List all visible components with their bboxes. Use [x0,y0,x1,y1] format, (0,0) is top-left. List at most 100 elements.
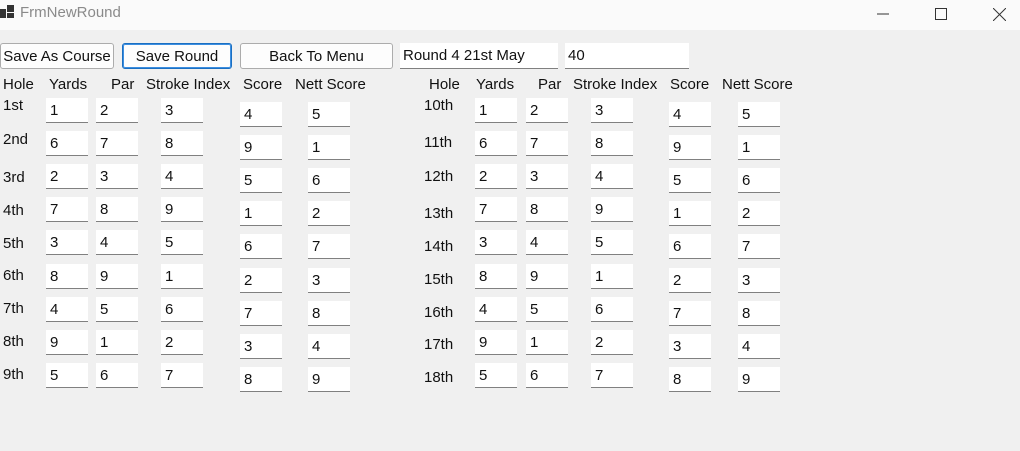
stroke-index-input[interactable] [161,297,203,322]
nett-score-input[interactable] [738,102,780,127]
yards-input[interactable] [475,197,517,222]
nett-score-input[interactable] [308,268,350,293]
close-button[interactable] [976,0,1020,28]
yards-input[interactable] [46,330,88,355]
header-par: Par [538,76,562,93]
nett-score-input[interactable] [738,268,780,293]
yards-input[interactable] [475,264,517,289]
nett-score-input[interactable] [308,367,350,392]
par-input[interactable] [526,131,568,156]
yards-input[interactable] [46,264,88,289]
par-input[interactable] [526,197,568,222]
par-input[interactable] [526,363,568,388]
stroke-index-input[interactable] [591,230,633,255]
score-input[interactable] [240,301,282,326]
stroke-index-input[interactable] [161,98,203,123]
nett-score-input[interactable] [308,301,350,326]
stroke-index-input[interactable] [591,164,633,189]
yards-input[interactable] [46,297,88,322]
yards-input[interactable] [475,98,517,123]
round-name-input[interactable] [400,43,558,69]
score-input[interactable] [669,334,711,359]
total-score-input[interactable] [565,43,689,69]
maximize-button[interactable] [918,0,964,28]
stroke-index-input[interactable] [161,264,203,289]
yards-input[interactable] [475,131,517,156]
score-input[interactable] [240,268,282,293]
score-input[interactable] [240,102,282,127]
header-yards: Yards [49,76,88,93]
stroke-index-input[interactable] [591,197,633,222]
par-input[interactable] [96,164,138,189]
score-input[interactable] [240,234,282,259]
score-input[interactable] [669,234,711,259]
stroke-index-input[interactable] [591,330,633,355]
yards-input[interactable] [475,164,517,189]
score-input[interactable] [240,168,282,193]
par-input[interactable] [526,230,568,255]
nett-score-input[interactable] [738,168,780,193]
yards-input[interactable] [46,131,88,156]
score-input[interactable] [669,367,711,392]
score-input[interactable] [669,301,711,326]
nett-score-input[interactable] [308,201,350,226]
par-input[interactable] [96,131,138,156]
par-input[interactable] [96,197,138,222]
yards-input[interactable] [475,330,517,355]
nett-score-input[interactable] [308,234,350,259]
score-input[interactable] [240,334,282,359]
yards-input[interactable] [46,98,88,123]
par-input[interactable] [526,164,568,189]
stroke-index-input[interactable] [161,131,203,156]
nett-score-input[interactable] [308,168,350,193]
par-input[interactable] [96,297,138,322]
score-input[interactable] [240,367,282,392]
nett-score-input[interactable] [738,201,780,226]
nett-score-input[interactable] [738,234,780,259]
nett-score-input[interactable] [308,135,350,160]
stroke-index-input[interactable] [591,98,633,123]
stroke-index-input[interactable] [161,197,203,222]
yards-input[interactable] [475,297,517,322]
yards-input[interactable] [46,164,88,189]
score-input[interactable] [669,135,711,160]
yards-input[interactable] [46,363,88,388]
par-input[interactable] [96,98,138,123]
score-input[interactable] [240,135,282,160]
par-input[interactable] [526,264,568,289]
save-as-course-button[interactable]: Save As Course [0,43,114,69]
par-input[interactable] [526,297,568,322]
nett-score-input[interactable] [308,102,350,127]
score-input[interactable] [669,168,711,193]
par-input[interactable] [96,264,138,289]
yards-input[interactable] [475,363,517,388]
save-round-button[interactable]: Save Round [122,43,232,69]
score-input[interactable] [669,201,711,226]
par-input[interactable] [526,330,568,355]
stroke-index-input[interactable] [161,164,203,189]
nett-score-input[interactable] [738,135,780,160]
par-input[interactable] [96,330,138,355]
score-input[interactable] [669,268,711,293]
score-input[interactable] [240,201,282,226]
nett-score-input[interactable] [308,334,350,359]
stroke-index-input[interactable] [161,230,203,255]
stroke-index-input[interactable] [591,131,633,156]
par-input[interactable] [96,230,138,255]
stroke-index-input[interactable] [161,330,203,355]
stroke-index-input[interactable] [161,363,203,388]
nett-score-input[interactable] [738,334,780,359]
score-input[interactable] [669,102,711,127]
yards-input[interactable] [46,197,88,222]
nett-score-input[interactable] [738,367,780,392]
stroke-index-input[interactable] [591,363,633,388]
minimize-button[interactable] [860,0,906,28]
par-input[interactable] [526,98,568,123]
nett-score-input[interactable] [738,301,780,326]
back-to-menu-button[interactable]: Back To Menu [240,43,393,69]
stroke-index-input[interactable] [591,264,633,289]
yards-input[interactable] [46,230,88,255]
yards-input[interactable] [475,230,517,255]
par-input[interactable] [96,363,138,388]
stroke-index-input[interactable] [591,297,633,322]
